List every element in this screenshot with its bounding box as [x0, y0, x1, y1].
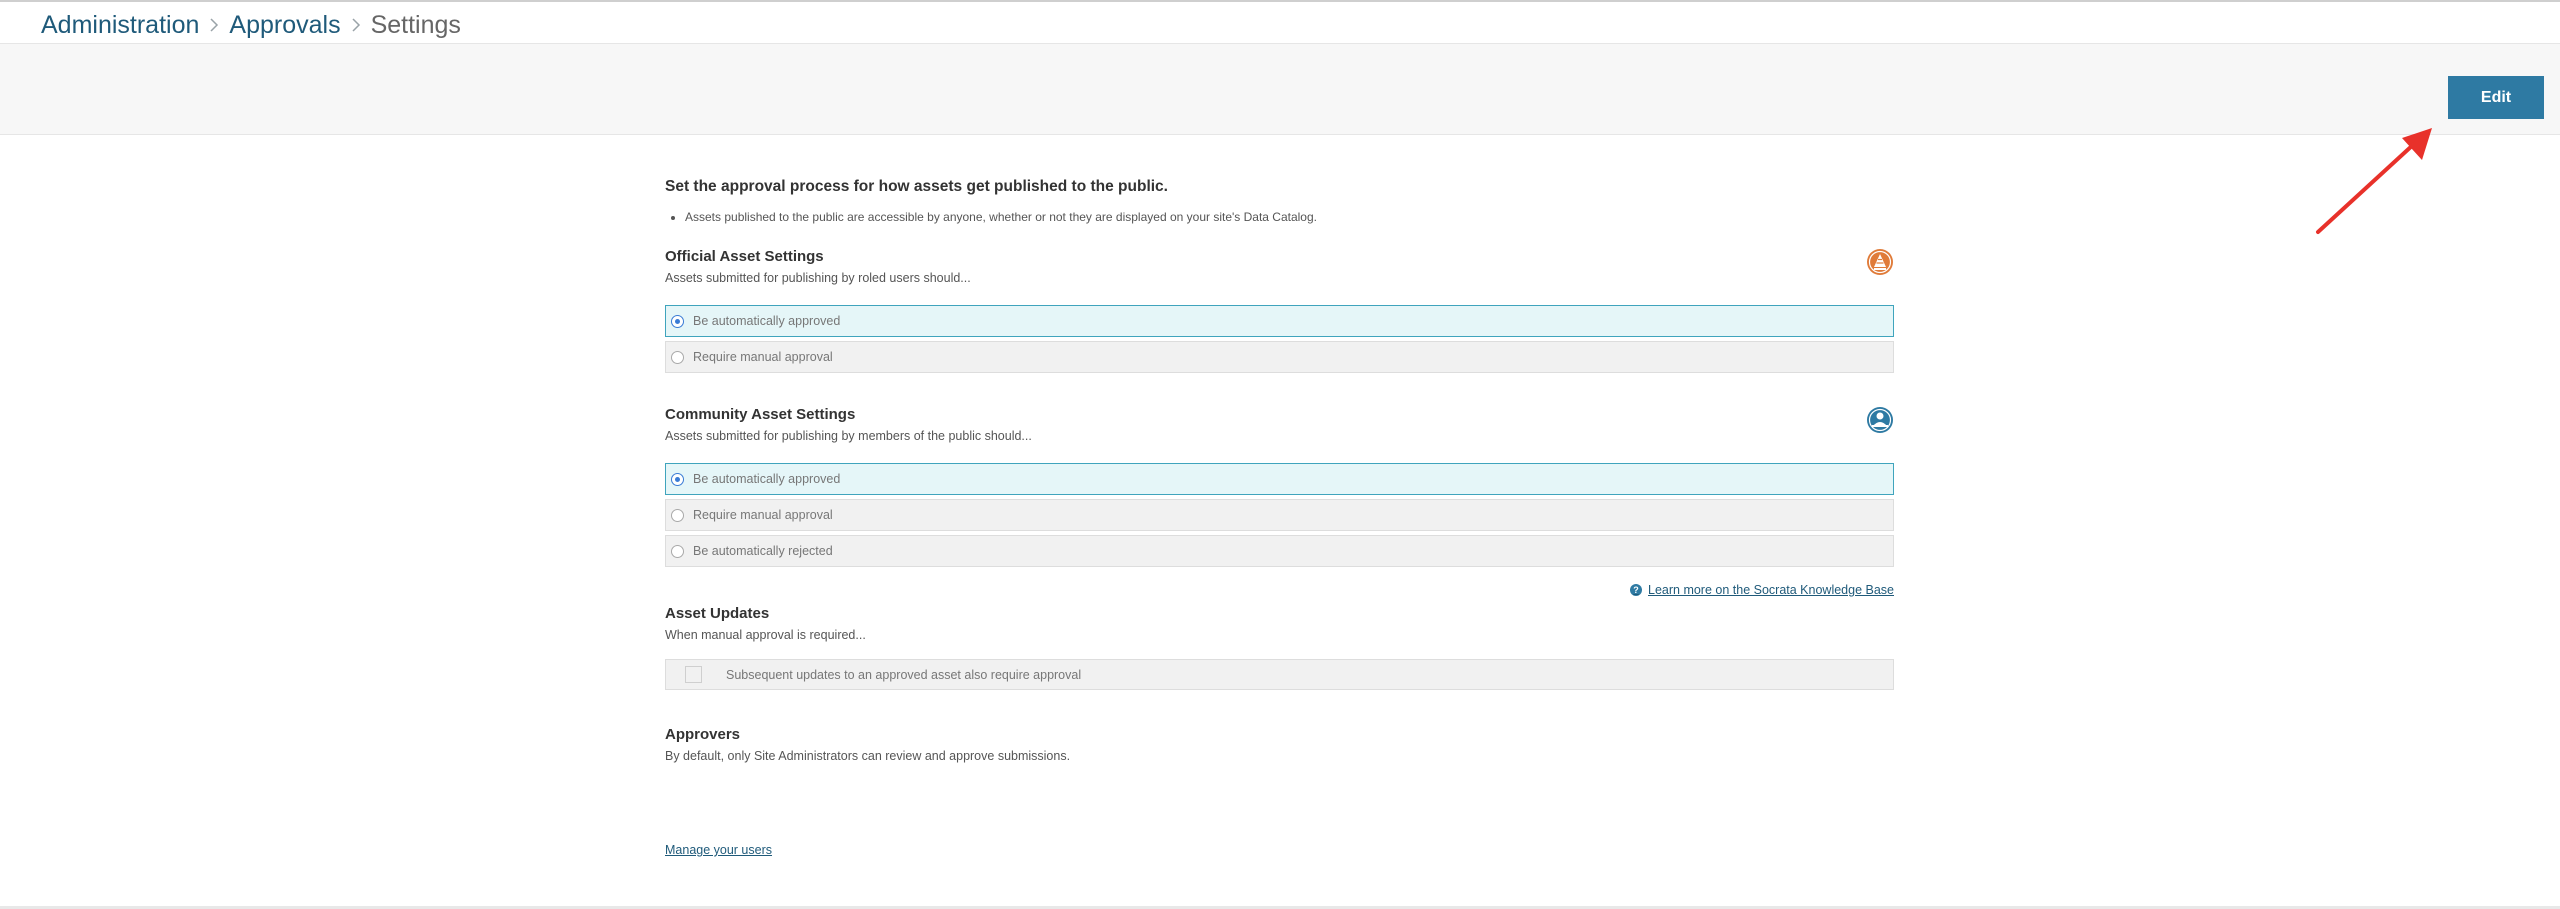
checkbox[interactable] [685, 666, 702, 683]
intro-list: Assets published to the public are acces… [685, 210, 1894, 224]
updates-section-description: When manual approval is required... [665, 628, 866, 642]
approval-settings-content: Set the approval process for how assets … [665, 170, 1894, 859]
help-icon: ? [1630, 584, 1642, 596]
manage-users-row: Manage your users [665, 841, 1894, 859]
radio-button[interactable] [671, 544, 684, 558]
radio-button[interactable] [671, 350, 684, 364]
radio-button[interactable] [671, 508, 684, 522]
breadcrumb-administration[interactable]: Administration [41, 11, 199, 40]
knowledge-base-row: ? Learn more on the Socrata Knowledge Ba… [665, 583, 1894, 603]
official-asset-settings: Official Asset Settings Assets submitted… [665, 248, 1894, 373]
toolbar: Edit [0, 43, 2560, 135]
option-label: Be automatically approved [693, 314, 841, 328]
option-label: Be automatically rejected [693, 544, 833, 558]
community-asset-icon [1867, 407, 1893, 433]
official-options: Be automatically approved Require manual… [665, 305, 1894, 373]
breadcrumb: Administration Approvals Settings [41, 8, 461, 42]
radio-button[interactable] [671, 314, 684, 328]
intro-title: Set the approval process for how assets … [665, 178, 1168, 195]
manage-users-link[interactable]: Manage your users [665, 843, 772, 857]
official-option-auto-approve[interactable]: Be automatically approved [665, 305, 1894, 337]
official-section-title: Official Asset Settings [665, 248, 824, 265]
breadcrumb-current: Settings [370, 10, 461, 39]
top-border [0, 0, 2560, 2]
intro-bullet: Assets published to the public are acces… [685, 210, 1894, 224]
breadcrumb-approvals[interactable]: Approvals [229, 11, 340, 40]
asset-updates: Asset Updates When manual approval is re… [665, 605, 1894, 690]
official-asset-icon [1867, 249, 1893, 275]
official-option-manual-approval[interactable]: Require manual approval [665, 341, 1894, 373]
community-section-description: Assets submitted for publishing by membe… [665, 429, 1032, 443]
annotation-arrow-icon [2316, 128, 2432, 234]
approvers: Approvers By default, only Site Administ… [665, 726, 1894, 763]
community-section-title: Community Asset Settings [665, 406, 856, 423]
edit-button[interactable]: Edit [2448, 76, 2544, 119]
option-label: Require manual approval [693, 350, 833, 364]
knowledge-base-label: Learn more on the Socrata Knowledge Base [1648, 583, 1894, 597]
chevron-right-icon [209, 17, 219, 33]
official-section-description: Assets submitted for publishing by roled… [665, 271, 971, 285]
approvers-section-title: Approvers [665, 726, 741, 743]
approvers-section-description: By default, only Site Administrators can… [665, 749, 1071, 763]
checkbox-label: Subsequent updates to an approved asset … [726, 667, 1082, 682]
radio-button[interactable] [671, 472, 684, 486]
community-options: Be automatically approved Require manual… [665, 463, 1894, 567]
knowledge-base-link[interactable]: ? Learn more on the Socrata Knowledge Ba… [1630, 583, 1894, 597]
community-option-auto-reject[interactable]: Be automatically rejected [665, 535, 1894, 567]
community-option-auto-approve[interactable]: Be automatically approved [665, 463, 1894, 495]
option-label: Be automatically approved [693, 472, 841, 486]
community-option-manual-approval[interactable]: Require manual approval [665, 499, 1894, 531]
community-asset-settings: Community Asset Settings Assets submitte… [665, 406, 1894, 567]
chevron-right-icon [351, 17, 361, 33]
updates-require-approval-option[interactable]: Subsequent updates to an approved asset … [665, 659, 1894, 690]
updates-section-title: Asset Updates [665, 605, 770, 622]
option-label: Require manual approval [693, 508, 833, 522]
